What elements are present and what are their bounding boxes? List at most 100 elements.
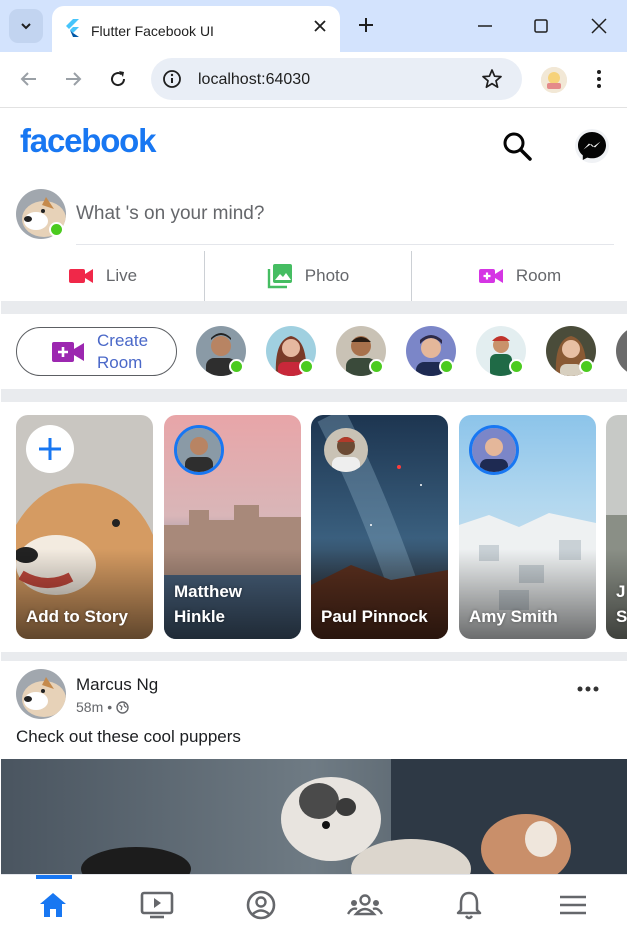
post-time: 58m [76, 699, 104, 715]
online-status-dot [439, 359, 454, 374]
messenger-button[interactable] [575, 129, 609, 163]
tab-close-button[interactable] [310, 16, 330, 36]
new-tab-plus-icon[interactable] [356, 15, 376, 35]
back-icon[interactable] [19, 69, 39, 89]
room-avatar-1[interactable] [196, 326, 246, 376]
story-card[interactable]: Amy Smith [459, 415, 596, 639]
avatar [324, 428, 368, 472]
online-status-dot [49, 222, 64, 237]
room-avatar-6[interactable] [546, 326, 596, 376]
stories-row: Add to Story Matthew Hinkle Paul Pinnock [1, 402, 627, 652]
flutter-icon [66, 19, 79, 37]
story-card[interactable]: Matthew Hinkle [164, 415, 301, 639]
story-card[interactable]: J S [606, 415, 627, 639]
nav-notifications[interactable] [417, 875, 521, 933]
post-author-name[interactable]: Marcus Ng [76, 675, 158, 695]
story-card[interactable]: Paul Pinnock [311, 415, 448, 639]
online-status-dot [579, 359, 594, 374]
section-divider [1, 652, 627, 661]
close-icon [314, 20, 326, 32]
more-horiz-icon[interactable] [577, 686, 599, 692]
post-caption: Check out these cool puppers [16, 727, 241, 746]
room-avatar-3[interactable] [336, 326, 386, 376]
add-story-button[interactable] [26, 425, 74, 473]
section-divider [1, 301, 627, 314]
minimize-icon[interactable] [475, 16, 495, 36]
post-author-avatar[interactable] [16, 669, 66, 719]
photo-label: Photo [304, 266, 350, 285]
home-icon [40, 892, 66, 917]
bookmark-star-icon[interactable] [481, 68, 503, 90]
post-image[interactable] [1, 759, 627, 879]
story-name: Matthew Hinkle [174, 582, 242, 626]
facebook-logo: facebook [20, 122, 156, 159]
photo-library-icon [267, 264, 292, 289]
room-avatar-5[interactable] [476, 326, 526, 376]
url-text: localhost:64030 [198, 71, 311, 88]
nav-groups[interactable] [313, 875, 417, 933]
account-circle-icon [246, 890, 276, 919]
site-info-icon[interactable] [162, 69, 182, 89]
room-avatar-7[interactable] [616, 326, 627, 376]
story-card-add[interactable]: Add to Story [16, 415, 153, 639]
create-room-button[interactable]: Create Room [16, 327, 177, 376]
kebab-menu-icon[interactable] [596, 69, 602, 89]
globe-icon [116, 700, 129, 714]
composer-input[interactable]: What 's on your mind? [76, 203, 264, 225]
live-button[interactable]: Live [1, 251, 204, 301]
online-status-dot [229, 359, 244, 374]
browser-toolbar: localhost:64030 [0, 52, 627, 108]
menu-icon [560, 895, 586, 914]
story-name: Amy Smith [469, 607, 558, 626]
bottom-navigation [1, 874, 627, 933]
browser-tab-strip: Flutter Facebook UI [0, 0, 627, 52]
active-indicator [36, 875, 72, 879]
avatar [616, 326, 627, 376]
search-icon[interactable] [501, 130, 533, 162]
address-bar[interactable]: localhost:64030 [151, 58, 522, 100]
avatar [177, 428, 221, 472]
create-room-label: Create Room [97, 330, 149, 372]
plus-icon [39, 438, 61, 460]
maximize-icon[interactable] [531, 16, 551, 36]
room-avatar-4[interactable] [406, 326, 456, 376]
nav-home[interactable] [1, 875, 105, 933]
forward-icon[interactable] [63, 69, 83, 89]
avatar [472, 428, 516, 472]
photo-button[interactable]: Photo [205, 251, 411, 301]
facebook-app: facebook What 's on your mind? Live Phot… [1, 108, 627, 933]
composer-avatar[interactable] [16, 189, 66, 239]
room-button[interactable]: Room [412, 251, 627, 301]
rooms-row: Create Room [1, 314, 627, 389]
story-name: J S [616, 582, 627, 626]
groups-icon [347, 893, 383, 915]
online-status-dot [509, 359, 524, 374]
divider [76, 244, 614, 245]
story-avatar [174, 425, 224, 475]
room-label: Room [515, 266, 562, 285]
ondemand-video-icon [140, 891, 174, 918]
tab-title: Flutter Facebook UI [91, 23, 214, 39]
nav-watch[interactable] [105, 875, 209, 933]
composer-actions: Live Photo Room [1, 251, 627, 301]
chevron-down-icon [21, 23, 31, 30]
profile-avatar[interactable] [541, 67, 567, 93]
nav-menu[interactable] [521, 875, 625, 933]
video-call-icon [478, 269, 503, 283]
section-divider [1, 389, 627, 402]
nav-profile[interactable] [209, 875, 313, 933]
video-call-icon [52, 341, 84, 362]
online-status-dot [369, 359, 384, 374]
messenger-icon [578, 132, 606, 160]
story-name: Paul Pinnock [321, 607, 428, 626]
notifications-icon [456, 891, 482, 919]
story-avatar [469, 425, 519, 475]
tab-search-button[interactable] [9, 9, 43, 43]
room-avatar-2[interactable] [266, 326, 316, 376]
browser-tab[interactable]: Flutter Facebook UI [52, 6, 340, 52]
story-name: Add to Story [26, 607, 128, 626]
live-label: Live [105, 266, 138, 285]
reload-icon[interactable] [108, 69, 128, 89]
profile-icon [541, 67, 567, 93]
close-window-icon[interactable] [589, 16, 609, 36]
